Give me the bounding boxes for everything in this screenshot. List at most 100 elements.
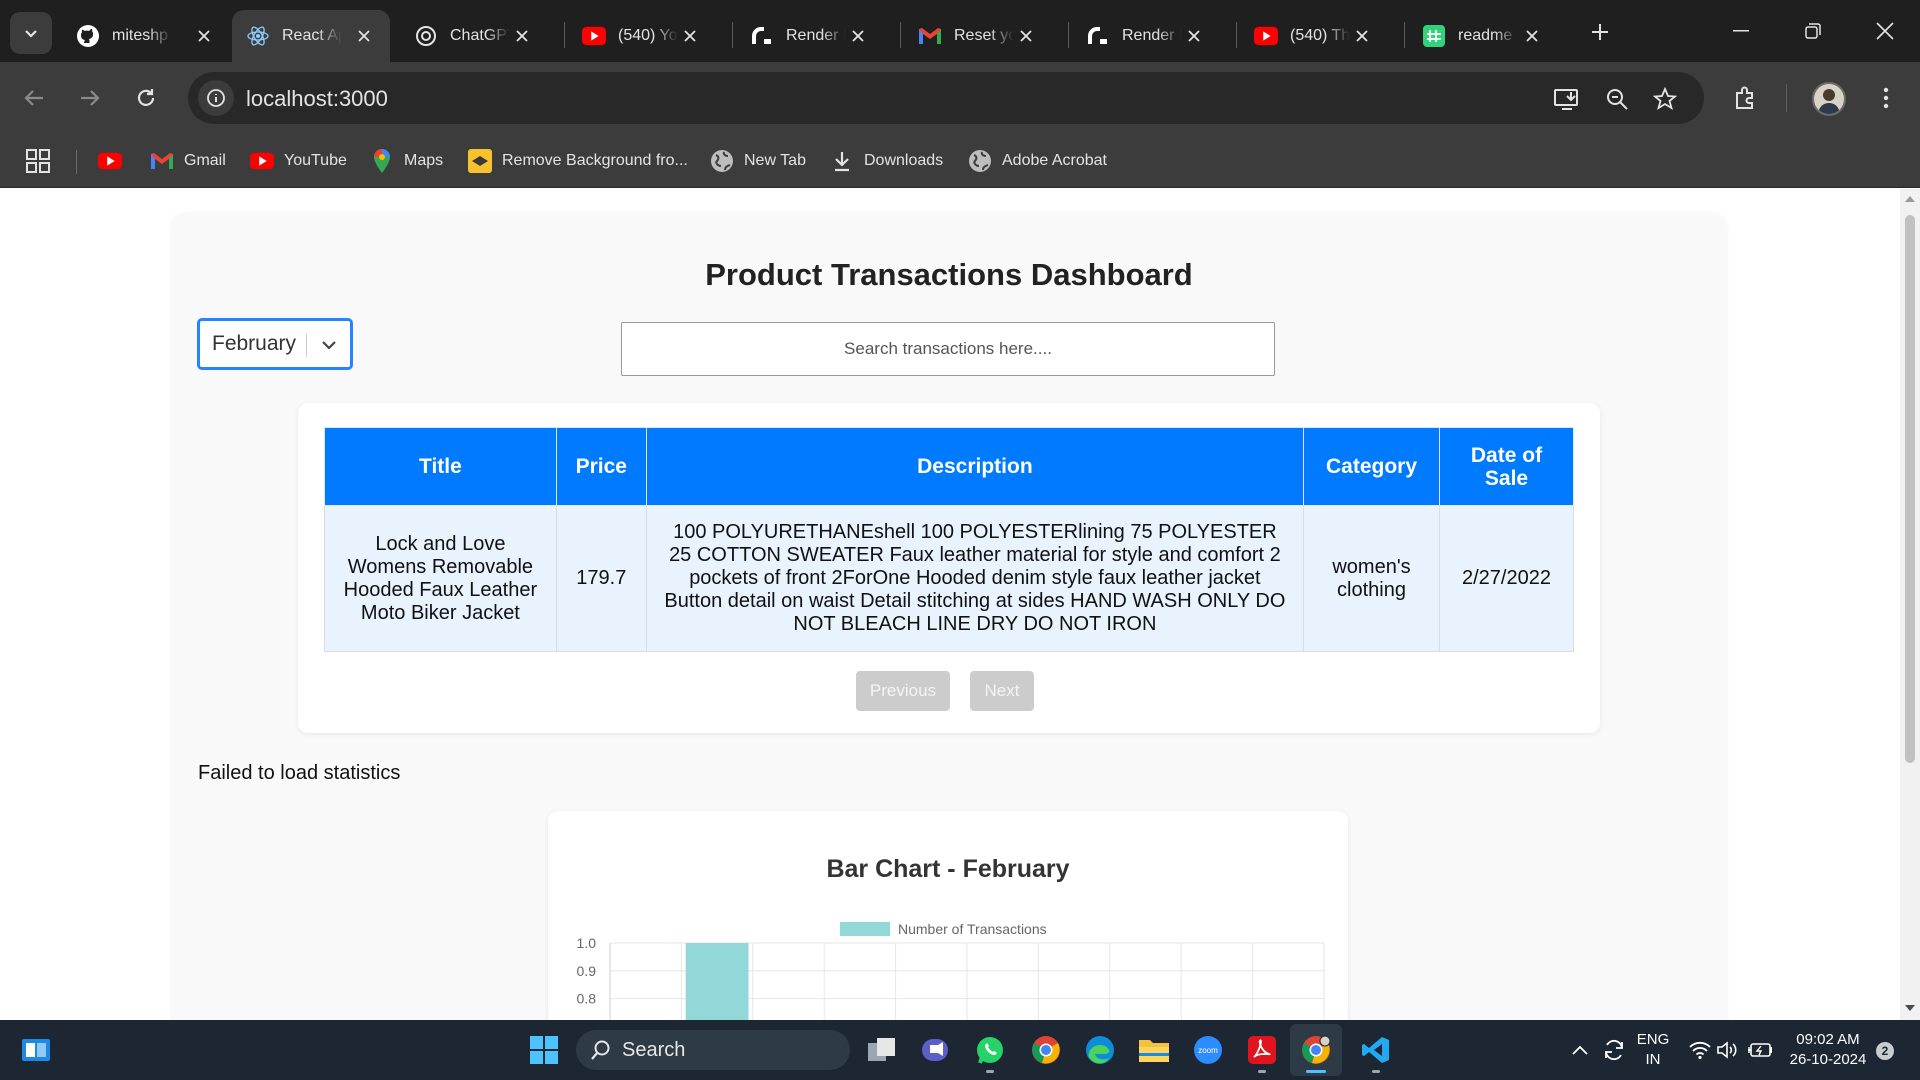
sync-icon[interactable] [1594, 1030, 1634, 1070]
column-header-price: Price [555, 427, 647, 506]
back-button[interactable] [14, 78, 54, 118]
close-icon[interactable] [192, 24, 216, 48]
address-bar[interactable]: localhost:3000 [188, 72, 1704, 124]
notification-badge[interactable]: 2 [1876, 1042, 1894, 1060]
maps-icon [370, 149, 394, 173]
tab-separator [1404, 22, 1405, 48]
toolbar-separator [1786, 84, 1787, 112]
zoom-app-icon[interactable]: zoom [1188, 1030, 1228, 1070]
tab-chatgpt[interactable]: ChatGPT [400, 10, 548, 62]
task-view-icon[interactable] [862, 1030, 902, 1070]
new-tab-button[interactable] [1584, 16, 1616, 48]
chrome-profile-icon[interactable] [1296, 1030, 1336, 1070]
whatsapp-icon[interactable] [970, 1030, 1010, 1070]
widgets-icon[interactable] [16, 1030, 56, 1070]
minimize-icon [1733, 30, 1749, 32]
youtube-icon [98, 149, 122, 173]
taskbar-search[interactable]: Search [576, 1030, 850, 1070]
edge-icon[interactable] [1080, 1030, 1120, 1070]
tab-render-1[interactable]: Render I [736, 10, 884, 62]
youtube-icon [250, 149, 274, 173]
bookmark-new-tab[interactable]: New Tab [710, 146, 806, 176]
bookmark-gmail[interactable]: Gmail [150, 146, 226, 176]
file-explorer-icon[interactable] [1134, 1030, 1174, 1070]
language-region: IN [1645, 1051, 1661, 1068]
restore-button[interactable] [1790, 10, 1836, 52]
chart-title: Bar Chart - February [826, 855, 1070, 883]
taskbar-search-label: Search [622, 1038, 686, 1061]
cell-date: 2/27/2022 [1438, 505, 1575, 652]
y-tick-label: 0.8 [577, 991, 597, 1007]
acrobat-icon[interactable] [1242, 1030, 1282, 1070]
chevron-down-icon[interactable] [316, 333, 342, 357]
zoom-icon[interactable] [1602, 84, 1632, 114]
start-windows-icon[interactable] [524, 1030, 564, 1070]
install-app-icon[interactable] [1552, 84, 1582, 114]
chrome-icon[interactable] [1026, 1030, 1066, 1070]
forward-button[interactable] [70, 78, 110, 118]
page-viewport: Product Transactions Dashboard February … [0, 189, 1900, 1020]
battery-icon[interactable] [1740, 1030, 1780, 1070]
month-select[interactable]: February [198, 319, 352, 369]
bookmark-youtube-2[interactable]: YouTube [250, 146, 347, 176]
close-icon[interactable] [352, 24, 376, 48]
tab-react-app[interactable]: React Ap [232, 10, 390, 62]
language-indicator[interactable]: ENG IN [1630, 1030, 1676, 1070]
site-info-icon[interactable] [198, 80, 234, 116]
close-icon[interactable] [846, 24, 870, 48]
cell-price: 179.7 [555, 505, 647, 652]
reload-button[interactable] [126, 78, 166, 118]
close-icon[interactable] [678, 24, 702, 48]
extensions-icon[interactable] [1726, 78, 1766, 118]
tab-label: miteshp [112, 27, 169, 44]
tab-readme[interactable]: readme [1408, 10, 1558, 62]
previous-button[interactable]: Previous [856, 671, 950, 711]
tab-gmail[interactable]: Reset yo [904, 10, 1052, 62]
next-button[interactable]: Next [970, 671, 1034, 711]
tab-search-button[interactable] [10, 12, 52, 54]
column-header-title: Title [324, 427, 557, 506]
browser-toolbar: localhost:3000 [0, 62, 1920, 134]
url-text[interactable]: localhost:3000 [246, 86, 388, 112]
system-clock[interactable]: 09:02 AM 26-10-2024 [1780, 1030, 1876, 1070]
vscode-icon[interactable] [1356, 1030, 1396, 1070]
tab-render-2[interactable]: Render I [1072, 10, 1220, 62]
apps-grid-icon[interactable] [26, 146, 50, 176]
bookmark-remove-bg[interactable]: Remove Background fro... [468, 146, 688, 176]
tab-youtube-1[interactable]: (540) Yo [568, 10, 716, 62]
close-icon[interactable] [1350, 24, 1374, 48]
close-icon[interactable] [510, 24, 534, 48]
bookmark-downloads[interactable]: Downloads [830, 146, 943, 176]
scrollbar-thumb[interactable] [1905, 215, 1915, 763]
search-input[interactable] [621, 322, 1275, 376]
teams-chat-icon[interactable] [916, 1030, 956, 1070]
scroll-down-icon[interactable] [1905, 1004, 1915, 1012]
bookmark-adobe-acrobat[interactable]: Adobe Acrobat [968, 146, 1107, 176]
bookmark-label: Gmail [184, 152, 226, 169]
close-icon[interactable] [1014, 24, 1038, 48]
column-header-date-of-sale: Date of Sale [1438, 427, 1575, 506]
bookmark-star-icon[interactable] [1650, 84, 1680, 114]
tab-youtube-2[interactable]: (540) Th [1240, 10, 1388, 62]
statistics-error-message: Failed to load statistics [198, 762, 401, 784]
minimize-button[interactable] [1718, 10, 1764, 52]
scroll-up-icon[interactable] [1905, 195, 1915, 203]
close-icon [1876, 22, 1894, 40]
render-icon [750, 24, 774, 48]
active-indicator [1306, 1070, 1326, 1073]
chatgpt-icon [414, 24, 438, 48]
tab-github[interactable]: miteshp [62, 10, 230, 62]
svg-text:zoom: zoom [1198, 1046, 1218, 1055]
restore-icon [1805, 23, 1821, 39]
page-scrollbar[interactable] [1900, 189, 1920, 1020]
bookmark-label: Remove Background fro... [502, 152, 688, 169]
close-icon[interactable] [1520, 24, 1544, 48]
close-window-button[interactable] [1862, 10, 1908, 52]
month-select-value: February [212, 332, 297, 355]
menu-kebab-icon[interactable] [1866, 78, 1906, 118]
profile-avatar[interactable] [1812, 82, 1846, 116]
bookmark-youtube-1[interactable] [98, 146, 132, 176]
bookmark-maps[interactable]: Maps [370, 146, 443, 176]
close-icon[interactable] [1182, 24, 1206, 48]
bar-chart: Number of Transactions1.00.90.80.7 [577, 921, 1325, 1020]
